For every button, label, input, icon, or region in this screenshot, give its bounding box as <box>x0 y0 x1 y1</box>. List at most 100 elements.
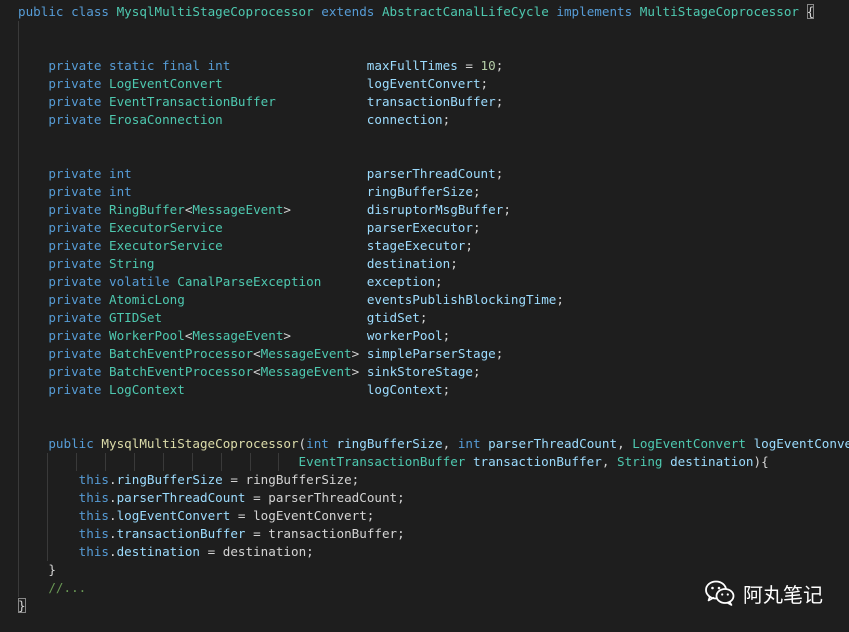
code-token: disruptorMsgBuffer <box>366 202 504 217</box>
code-token: MultiStageCoprocessor <box>639 4 800 19</box>
code-token: ; <box>495 94 504 109</box>
code-line[interactable]: } <box>18 561 56 579</box>
code-line[interactable]: private EventTransactionBuffer transacti… <box>18 93 503 111</box>
code-token: workerPool <box>366 328 443 343</box>
code-token: LogContext <box>109 382 185 397</box>
code-token: private <box>18 94 109 109</box>
code-token: ; <box>495 58 504 73</box>
code-token: AbstractCanalLifeCycle <box>381 4 549 19</box>
code-token: destination <box>116 544 200 559</box>
code-token: = destination; <box>200 544 314 559</box>
code-line[interactable]: this.destination = destination; <box>18 543 314 561</box>
code-line[interactable]: private GTIDSet gtidSet; <box>18 309 427 327</box>
code-token: transactionBuffer <box>116 526 246 541</box>
code-line[interactable]: public MysqlMultiStageCoprocessor(int ri… <box>18 435 849 453</box>
code-token: ; <box>556 292 564 307</box>
code-line[interactable]: private ExecutorService stageExecutor; <box>18 237 473 255</box>
code-token: public class <box>18 4 117 19</box>
code-token: parserThreadCount <box>116 490 246 505</box>
code-token: , <box>617 436 633 451</box>
code-token: simpleParserStage <box>366 346 496 361</box>
code-line[interactable]: //... <box>18 579 86 597</box>
code-token: maxFullTimes <box>366 58 458 73</box>
code-token: private <box>18 238 109 253</box>
code-token: int <box>306 436 337 451</box>
code-line[interactable]: private int ringBufferSize; <box>18 183 481 201</box>
code-token: this <box>18 472 109 487</box>
code-token: AtomicLong <box>109 292 185 307</box>
code-line[interactable]: this.logEventConvert = logEventConvert; <box>18 507 375 525</box>
code-token: //... <box>18 580 87 595</box>
code-token: parserExecutor <box>366 220 473 235</box>
code-token: LogEventConvert <box>632 436 754 451</box>
code-line[interactable]: private static final int maxFullTimes = … <box>18 57 503 75</box>
code-token: BatchEventProcessor <box>109 364 254 379</box>
code-token: ExecutorService <box>109 220 223 235</box>
code-token: int <box>109 184 132 199</box>
code-token: ; <box>472 184 481 199</box>
code-token: ; <box>442 382 451 397</box>
code-token: extends <box>313 4 382 19</box>
code-token: . <box>109 526 117 541</box>
code-line[interactable]: private int parserThreadCount; <box>18 165 503 183</box>
code-line[interactable]: private ExecutorService parserExecutor; <box>18 219 481 237</box>
code-line[interactable]: private LogContext logContext; <box>18 381 450 399</box>
code-token: ExecutorService <box>109 238 223 253</box>
code-token: private <box>18 166 109 181</box>
code-token: ; <box>435 274 443 289</box>
code-token: MessageEvent <box>260 364 352 379</box>
code-line[interactable]: EventTransactionBuffer transactionBuffer… <box>18 453 769 471</box>
code-token: eventsPublishBlockingTime <box>366 292 557 307</box>
code-token: . <box>109 490 117 505</box>
code-token: MessageEvent <box>260 346 352 361</box>
code-token: parserThreadCount <box>366 166 496 181</box>
code-token: ; <box>472 220 481 235</box>
code-line[interactable]: private RingBuffer<MessageEvent> disrupt… <box>18 201 511 219</box>
code-line[interactable]: private WorkerPool<MessageEvent> workerP… <box>18 327 450 345</box>
code-line[interactable]: private BatchEventProcessor<MessageEvent… <box>18 345 503 363</box>
code-token: logContext <box>366 382 443 397</box>
code-line[interactable]: private AtomicLong eventsPublishBlocking… <box>18 291 564 309</box>
code-editor[interactable]: public class MysqlMultiStageCoprocessor … <box>0 0 849 632</box>
code-token: = <box>457 58 481 73</box>
code-token: sinkStoreStage <box>366 364 473 379</box>
code-line[interactable]: this.transactionBuffer = transactionBuff… <box>18 525 405 543</box>
code-line[interactable]: this.ringBufferSize = ringBufferSize; <box>18 471 360 489</box>
code-token: private <box>18 202 109 217</box>
code-token: private static final <box>18 58 208 73</box>
code-line[interactable]: private String destination; <box>18 255 457 273</box>
code-token: BatchEventProcessor <box>109 346 254 361</box>
code-token: this <box>18 526 109 541</box>
code-token: private <box>18 346 109 361</box>
code-token: String <box>617 454 671 469</box>
code-token: ringBufferSize <box>366 184 473 199</box>
code-token: GTIDSet <box>109 310 163 325</box>
code-token: logEventConvert <box>366 76 481 91</box>
code-line[interactable]: this.parserThreadCount = parserThreadCou… <box>18 489 405 507</box>
code-token: } <box>18 562 56 577</box>
code-token: private <box>18 328 109 343</box>
code-line[interactable]: } <box>18 597 26 615</box>
code-token: private <box>18 220 109 235</box>
code-token: ErosaConnection <box>109 112 223 127</box>
code-line[interactable]: private ErosaConnection connection; <box>18 111 450 129</box>
code-line[interactable]: private LogEventConvert logEventConvert; <box>18 75 488 93</box>
code-line[interactable]: public class MysqlMultiStageCoprocessor … <box>18 3 815 21</box>
code-token: ; <box>480 76 489 91</box>
code-token: logEventConvert <box>116 508 231 523</box>
code-token: private <box>18 310 109 325</box>
code-token: ( <box>298 436 307 451</box>
code-line[interactable]: private volatile CanalParseException exc… <box>18 273 443 291</box>
code-token: = parserThreadCount; <box>245 490 405 505</box>
code-line[interactable]: private BatchEventProcessor<MessageEvent… <box>18 363 480 381</box>
